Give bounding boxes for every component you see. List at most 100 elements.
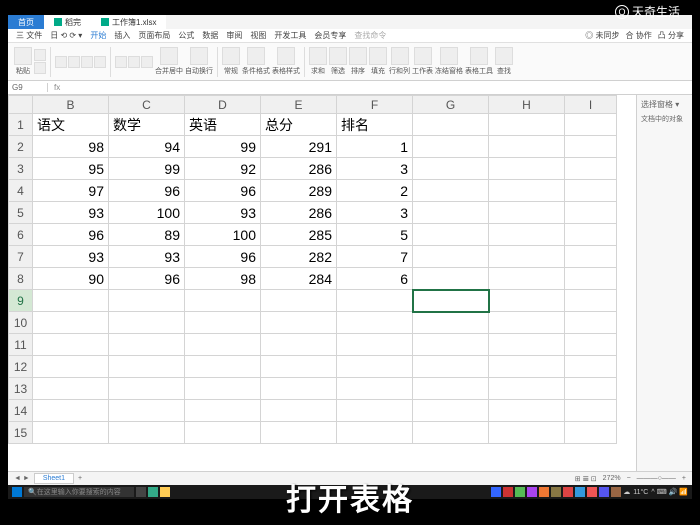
cell-E3[interactable]: 286 — [261, 158, 337, 180]
ribbon-sheet-icon[interactable] — [414, 47, 432, 65]
cell-F9[interactable] — [337, 290, 413, 312]
ribbon-sort-icon[interactable] — [349, 47, 367, 65]
cell-H13[interactable] — [489, 378, 565, 400]
cell-C9[interactable] — [109, 290, 185, 312]
col-header-E[interactable]: E — [261, 96, 337, 114]
cell-H2[interactable] — [489, 136, 565, 158]
cell-B7[interactable]: 93 — [33, 246, 109, 268]
row-header-5[interactable]: 5 — [9, 202, 33, 224]
menu-vip[interactable]: 会员专享 — [314, 30, 346, 41]
menu-view[interactable]: 视图 — [250, 30, 266, 41]
cell-I4[interactable] — [565, 180, 617, 202]
row-header-13[interactable]: 13 — [9, 378, 33, 400]
col-header-F[interactable]: F — [337, 96, 413, 114]
cell-D15[interactable] — [185, 422, 261, 444]
cell-G11[interactable] — [413, 334, 489, 356]
ribbon-format-icon[interactable] — [222, 47, 240, 65]
menu-sync[interactable]: ◎ 未同步 — [585, 30, 619, 41]
cell-G2[interactable] — [413, 136, 489, 158]
side-panel-header[interactable]: 选择窗格 ▾ — [641, 99, 688, 110]
cell-E15[interactable] — [261, 422, 337, 444]
titlebar-tab-home[interactable]: 首页 — [8, 15, 44, 29]
cell-D5[interactable]: 93 — [185, 202, 261, 224]
ribbon-rowcol-icon[interactable] — [391, 47, 409, 65]
cell-F2[interactable]: 1 — [337, 136, 413, 158]
cell-B2[interactable]: 98 — [33, 136, 109, 158]
cell-B15[interactable] — [33, 422, 109, 444]
cell-I10[interactable] — [565, 312, 617, 334]
cell-G6[interactable] — [413, 224, 489, 246]
cell-E7[interactable]: 282 — [261, 246, 337, 268]
row-header-1[interactable]: 1 — [9, 114, 33, 136]
cell-H9[interactable] — [489, 290, 565, 312]
cell-E8[interactable]: 284 — [261, 268, 337, 290]
ribbon-find-icon[interactable] — [495, 47, 513, 65]
cell-E4[interactable]: 289 — [261, 180, 337, 202]
cell-I2[interactable] — [565, 136, 617, 158]
cell-D8[interactable]: 98 — [185, 268, 261, 290]
cell-B10[interactable] — [33, 312, 109, 334]
ribbon-cond-icon[interactable] — [247, 47, 265, 65]
cell-B1[interactable]: 语文 — [33, 114, 109, 136]
cell-F12[interactable] — [337, 356, 413, 378]
cell-G4[interactable] — [413, 180, 489, 202]
cell-I8[interactable] — [565, 268, 617, 290]
cell-G14[interactable] — [413, 400, 489, 422]
cell-F13[interactable] — [337, 378, 413, 400]
cell-H12[interactable] — [489, 356, 565, 378]
cell-H5[interactable] — [489, 202, 565, 224]
cell-F4[interactable]: 2 — [337, 180, 413, 202]
cell-F15[interactable] — [337, 422, 413, 444]
row-header-6[interactable]: 6 — [9, 224, 33, 246]
row-header-12[interactable]: 12 — [9, 356, 33, 378]
row-header-4[interactable]: 4 — [9, 180, 33, 202]
cell-B3[interactable]: 95 — [33, 158, 109, 180]
ribbon-merge-icon[interactable] — [160, 47, 178, 65]
cell-F6[interactable]: 5 — [337, 224, 413, 246]
col-header-C[interactable]: C — [109, 96, 185, 114]
ribbon-underline-icon[interactable] — [94, 56, 106, 68]
ribbon-wrap-icon[interactable] — [190, 47, 208, 65]
menu-data[interactable]: 数据 — [202, 30, 218, 41]
cell-D1[interactable]: 英语 — [185, 114, 261, 136]
cell-F14[interactable] — [337, 400, 413, 422]
cell-E14[interactable] — [261, 400, 337, 422]
cell-G5[interactable] — [413, 202, 489, 224]
menu-file[interactable]: 三 文件 — [16, 30, 42, 41]
cell-H8[interactable] — [489, 268, 565, 290]
cell-H1[interactable] — [489, 114, 565, 136]
cell-H7[interactable] — [489, 246, 565, 268]
ribbon-filter-icon[interactable] — [329, 47, 347, 65]
cell-I1[interactable] — [565, 114, 617, 136]
ribbon-cut-icon[interactable] — [34, 49, 46, 61]
cell-C6[interactable]: 89 — [109, 224, 185, 246]
select-all-corner[interactable] — [9, 96, 33, 114]
row-header-14[interactable]: 14 — [9, 400, 33, 422]
cell-C10[interactable] — [109, 312, 185, 334]
cell-B9[interactable] — [33, 290, 109, 312]
cell-B6[interactable]: 96 — [33, 224, 109, 246]
cell-I12[interactable] — [565, 356, 617, 378]
cell-D13[interactable] — [185, 378, 261, 400]
col-header-D[interactable]: D — [185, 96, 261, 114]
cell-B11[interactable] — [33, 334, 109, 356]
menu-formula[interactable]: 公式 — [178, 30, 194, 41]
cell-G13[interactable] — [413, 378, 489, 400]
cell-I6[interactable] — [565, 224, 617, 246]
row-header-15[interactable]: 15 — [9, 422, 33, 444]
col-header-B[interactable]: B — [33, 96, 109, 114]
cell-D2[interactable]: 99 — [185, 136, 261, 158]
col-header-H[interactable]: H — [489, 96, 565, 114]
cell-I7[interactable] — [565, 246, 617, 268]
cell-H15[interactable] — [489, 422, 565, 444]
cell-D10[interactable] — [185, 312, 261, 334]
cell-I15[interactable] — [565, 422, 617, 444]
cell-D3[interactable]: 92 — [185, 158, 261, 180]
cell-C11[interactable] — [109, 334, 185, 356]
menu-share[interactable]: 凸 分享 — [658, 30, 684, 41]
cell-E1[interactable]: 总分 — [261, 114, 337, 136]
cell-H11[interactable] — [489, 334, 565, 356]
ribbon-style-icon[interactable] — [277, 47, 295, 65]
cell-B14[interactable] — [33, 400, 109, 422]
cell-E13[interactable] — [261, 378, 337, 400]
